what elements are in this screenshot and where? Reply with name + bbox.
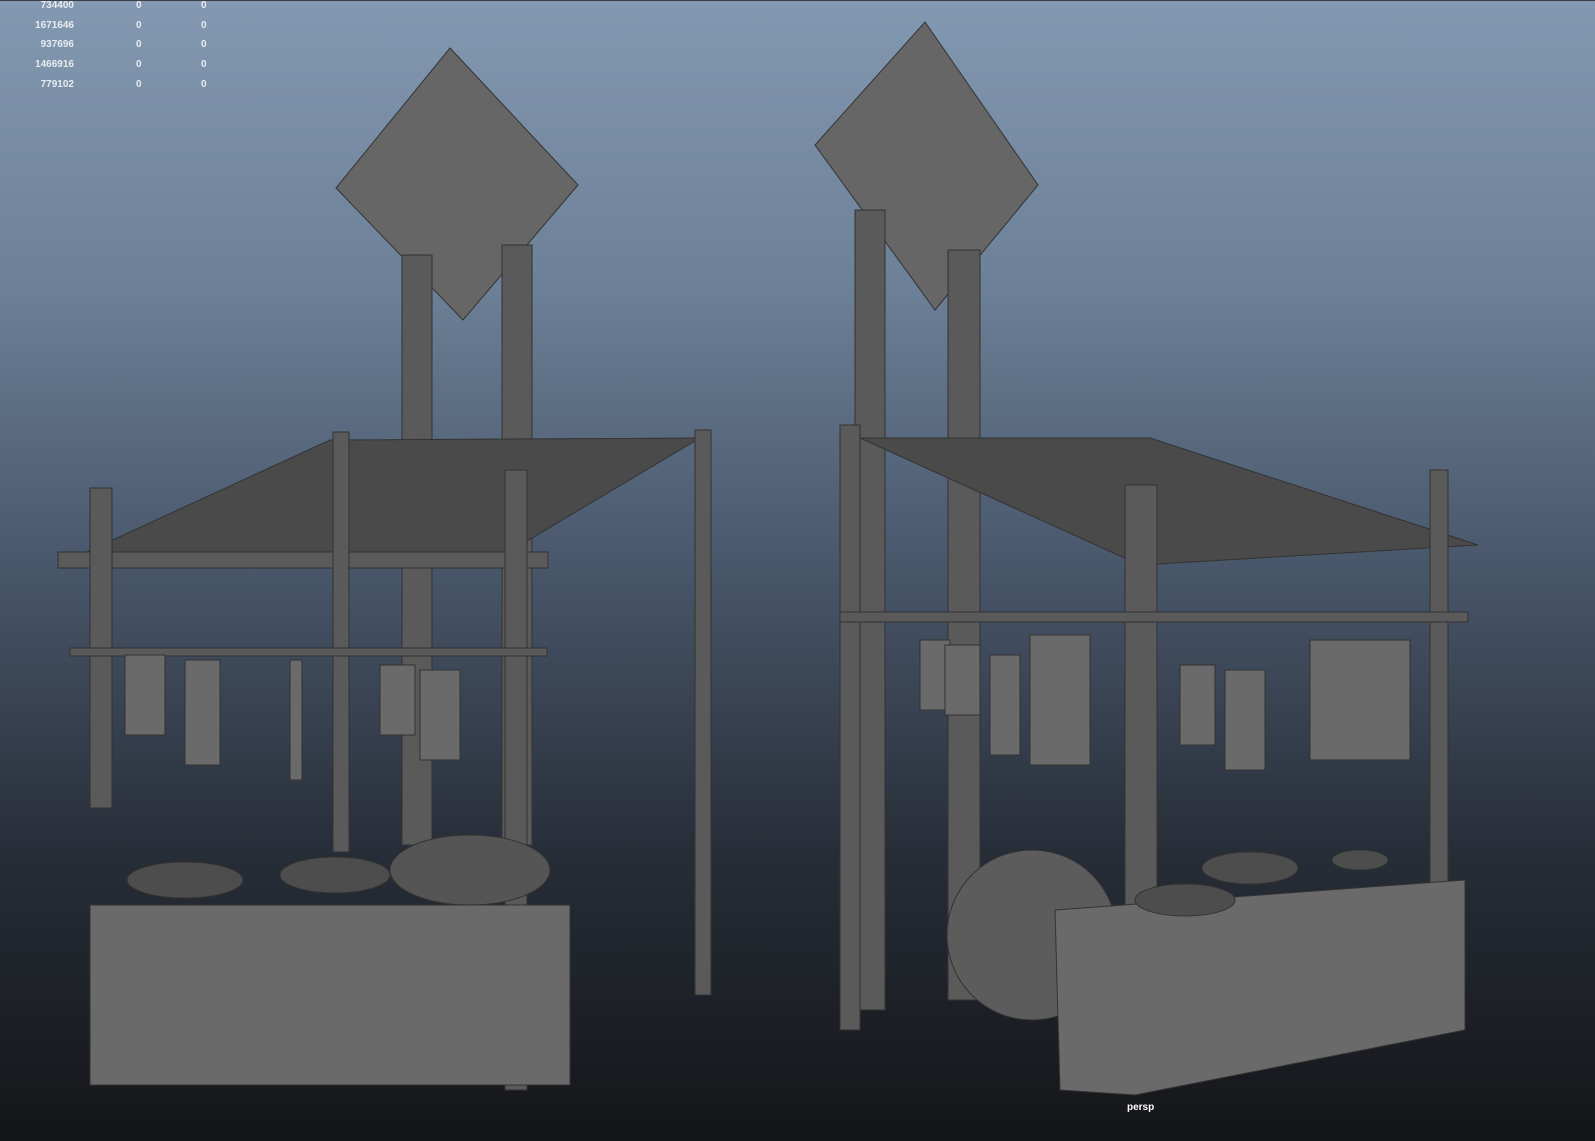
bowl: [126, 861, 244, 899]
table: [1054, 879, 1466, 1096]
hud-value: 0: [201, 0, 207, 11]
post: [839, 424, 861, 1031]
hud-value: 734400: [40, 0, 74, 11]
hud-value: 1671646: [35, 19, 74, 31]
hud-value: 0: [136, 0, 142, 11]
hud-value: 779102: [40, 78, 74, 90]
hud-value: 0: [136, 59, 142, 71]
hud-value: 937696: [40, 39, 74, 51]
viewport-3d-scene[interactable]: [0, 0, 1595, 1141]
hud-value: 0: [201, 39, 207, 51]
hud-value: 0: [201, 19, 207, 31]
bowl: [279, 856, 391, 894]
camera-label: persp: [1127, 1102, 1155, 1113]
bowl: [1201, 851, 1299, 885]
roof: [79, 437, 702, 561]
hanging-meat: [919, 634, 1411, 771]
post: [332, 431, 350, 853]
market-stall-right[interactable]: [814, 21, 1479, 1096]
bowl: [1134, 883, 1236, 917]
hud-value: 0: [201, 78, 207, 90]
sign-board: [335, 47, 579, 321]
post: [694, 429, 712, 996]
sign-board: [814, 21, 1039, 311]
hud-value: 1466916: [35, 59, 74, 71]
hud-value: 0: [201, 59, 207, 71]
post: [1429, 469, 1449, 891]
roof-beam: [57, 551, 549, 569]
meat-rod: [839, 611, 1469, 623]
market-stall-left[interactable]: [57, 47, 712, 1091]
table: [89, 904, 571, 1086]
hud-value: 0: [136, 78, 142, 90]
hud-value: 0: [136, 39, 142, 51]
pot: [389, 834, 551, 906]
bowl: [1331, 849, 1389, 871]
hud-value: 0: [136, 19, 142, 31]
